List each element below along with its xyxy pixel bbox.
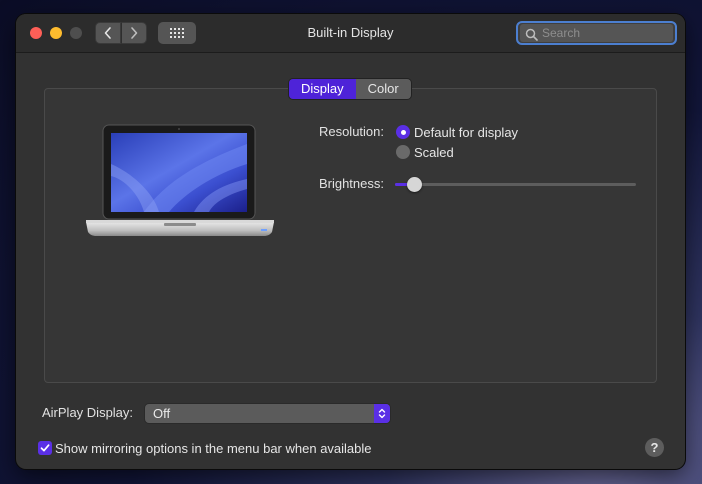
tab-color[interactable]: Color <box>355 79 411 99</box>
zoom-button[interactable] <box>70 27 82 39</box>
close-button[interactable] <box>30 27 42 39</box>
airplay-popup-value: Off <box>153 406 171 421</box>
search-icon <box>525 28 538 41</box>
search-input[interactable] <box>542 24 662 42</box>
chevron-left-icon <box>104 27 111 39</box>
minimize-button[interactable] <box>50 27 62 39</box>
radio-label-scaled[interactable]: Scaled <box>414 145 454 160</box>
search-field[interactable] <box>516 21 677 45</box>
mirroring-label[interactable]: Show mirroring options in the menu bar w… <box>55 441 372 456</box>
preferences-window: Built-in Display Display Color <box>16 14 685 469</box>
resolution-label: Resolution: <box>318 124 384 139</box>
mirroring-checkbox[interactable] <box>38 441 52 455</box>
radio-label-default[interactable]: Default for display <box>414 125 518 140</box>
forward-button[interactable] <box>121 22 147 44</box>
airplay-popup[interactable]: Off <box>145 404 390 423</box>
tab-display[interactable]: Display <box>289 79 356 99</box>
show-all-button[interactable] <box>158 22 196 44</box>
chevron-right-icon <box>131 27 138 39</box>
window-title: Built-in Display <box>307 25 394 40</box>
help-button[interactable]: ? <box>645 438 664 457</box>
radio-scaled[interactable] <box>396 145 410 159</box>
laptop-icon <box>86 124 274 236</box>
search-field-inner <box>520 24 673 42</box>
checkmark-icon <box>40 444 50 452</box>
segmented-tabs: Display Color <box>289 79 411 99</box>
brightness-slider[interactable] <box>395 177 636 192</box>
grid-icon <box>170 28 184 38</box>
brightness-label: Brightness: <box>318 176 384 191</box>
title-bar: Built-in Display <box>16 14 685 53</box>
back-button[interactable] <box>95 22 121 44</box>
updown-arrows-icon <box>374 404 390 423</box>
radio-default-for-display[interactable] <box>396 125 410 139</box>
airplay-label: AirPlay Display: <box>42 405 134 420</box>
